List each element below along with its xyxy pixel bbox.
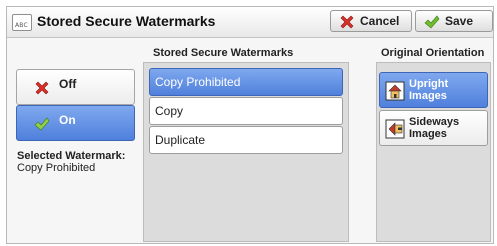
header-bar: ABC Stored Secure Watermarks Cancel Save [7,7,493,38]
list-item-copy[interactable]: Copy [149,97,343,125]
app-icon: ABC [12,14,32,31]
stored-watermarks-list: Copy Prohibited Copy Duplicate [143,62,349,242]
upright-image-icon [385,81,405,101]
page-title: Stored Secure Watermarks [37,13,216,29]
cancel-button[interactable]: Cancel [330,10,412,32]
list-item-copy-prohibited[interactable]: Copy Prohibited [149,68,343,96]
on-label: On [59,113,76,127]
green-check-icon [424,15,440,29]
stored-watermarks-heading: Stored Secure Watermarks [153,47,294,59]
list-item-duplicate[interactable]: Duplicate [149,126,343,154]
red-x-icon [35,81,49,95]
cancel-label: Cancel [360,14,400,28]
off-button[interactable]: Off [16,69,135,105]
on-button[interactable]: On [16,105,135,141]
original-orientation-heading: Original Orientation [381,47,485,59]
red-x-icon [340,15,354,29]
dialog-frame: ABC Stored Secure Watermarks Cancel Save… [6,6,494,244]
orientation-panel: Upright Images Sideways Images [376,62,491,242]
off-label: Off [59,77,77,91]
selected-watermark-value: Copy Prohibited [17,162,96,174]
green-check-icon [34,117,50,131]
upright-images-button[interactable]: Upright Images [379,72,488,108]
save-label: Save [445,14,474,28]
sideways-image-icon [385,119,405,139]
save-button[interactable]: Save [415,10,493,32]
sideways-images-button[interactable]: Sideways Images [379,110,488,146]
sideways-images-label: Sideways Images [409,116,460,140]
selected-watermark-label: Selected Watermark: [17,150,126,162]
upright-images-label: Upright Images [409,78,449,102]
